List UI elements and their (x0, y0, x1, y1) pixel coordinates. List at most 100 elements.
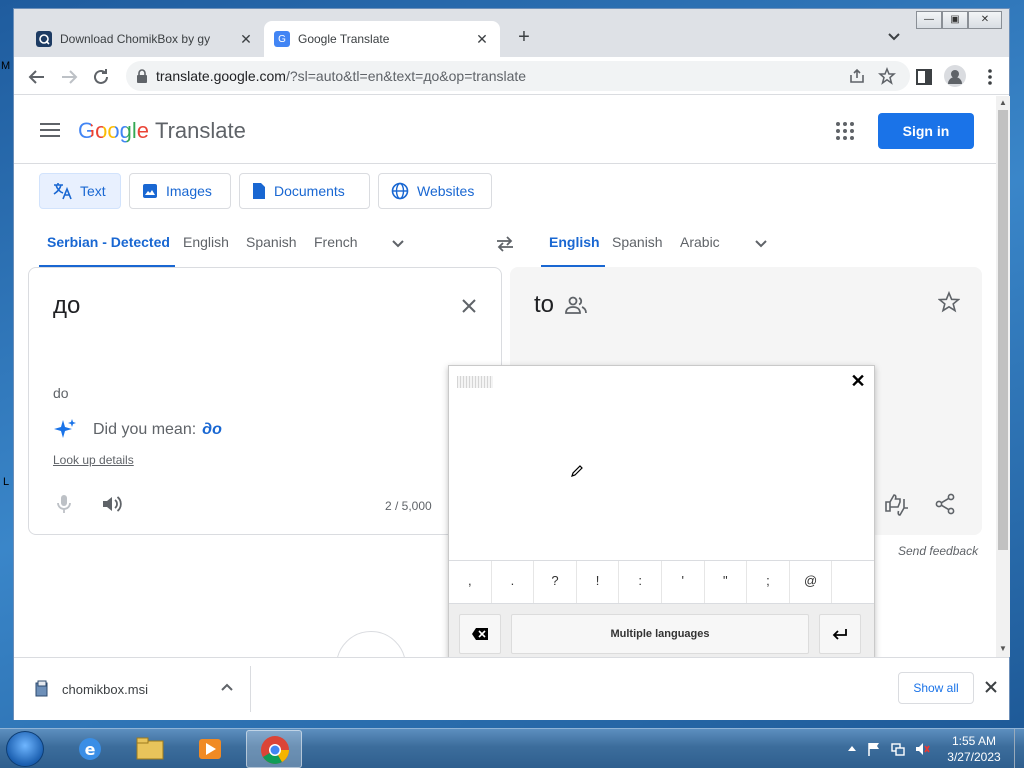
swap-languages-icon[interactable] (494, 233, 516, 255)
did-you-mean-suggestion[interactable]: до (202, 421, 222, 439)
action-center-flag-icon[interactable] (866, 741, 882, 757)
download-filename: chomikbox.msi (62, 681, 148, 697)
tray-expand-icon[interactable] (844, 741, 860, 757)
desktop-text-fragment: L (3, 476, 10, 488)
pencil-cursor-icon (571, 465, 583, 477)
source-lang-detected[interactable]: Serbian - Detected (47, 234, 170, 250)
tab-close-icon[interactable]: ✕ (474, 31, 490, 47)
google-translate-logo[interactable]: Google Translate (78, 118, 246, 144)
enter-icon[interactable] (819, 614, 861, 654)
character-counter: 2 / 5,000 (385, 499, 432, 513)
drag-handle[interactable] (457, 376, 493, 388)
microphone-icon[interactable] (55, 494, 73, 514)
source-language-bar: Serbian - Detected English Spanish Frenc… (14, 226, 494, 268)
media-player-icon[interactable] (182, 730, 238, 768)
chevron-down-icon[interactable] (884, 27, 904, 47)
close-icon[interactable]: ✕ (849, 372, 867, 390)
google-translate-icon: G (274, 31, 290, 47)
file-explorer-icon[interactable] (122, 730, 178, 768)
system-clock[interactable]: 1:55 AM 3/27/2023 (944, 733, 1004, 765)
address-bar[interactable]: translate.google.com/?sl=auto&tl=en&text… (126, 61, 910, 91)
maximize-icon[interactable]: ▣ (942, 11, 968, 29)
chrome-taskbar-icon[interactable] (246, 730, 302, 768)
side-panel-icon[interactable] (914, 67, 934, 87)
target-language-bar: English Spanish Arabic (514, 226, 994, 268)
chevron-down-icon[interactable] (390, 236, 406, 252)
backspace-icon[interactable] (459, 614, 501, 654)
did-you-mean-label: Did you mean: (93, 421, 197, 438)
forward-icon[interactable] (58, 66, 80, 88)
scroll-down-icon[interactable]: ▼ (998, 644, 1008, 654)
show-desktop-button[interactable] (1014, 729, 1024, 768)
close-icon[interactable] (984, 680, 998, 694)
key-question[interactable]: ? (534, 561, 577, 603)
svg-text:e: e (85, 740, 96, 759)
key-apostrophe[interactable]: ' (662, 561, 705, 603)
tab-close-icon[interactable]: ✕ (238, 31, 254, 47)
tab-chomikbox[interactable]: Download ChomikBox by gy ✕ (26, 21, 264, 57)
speaker-icon[interactable] (101, 494, 123, 514)
tab-title: Download ChomikBox by gy (60, 32, 211, 46)
volume-muted-icon[interactable] (914, 741, 930, 757)
target-lang-english[interactable]: English (549, 234, 600, 250)
start-button[interactable] (6, 731, 44, 767)
source-text-input[interactable]: до (53, 292, 80, 320)
apps-grid-icon[interactable] (836, 122, 854, 140)
source-lang-spanish[interactable]: Spanish (246, 234, 297, 250)
bookmark-star-icon[interactable] (878, 67, 896, 85)
save-translation-star-icon[interactable] (938, 291, 960, 313)
source-lang-english[interactable]: English (183, 234, 229, 250)
download-item[interactable]: chomikbox.msi (34, 676, 148, 702)
desktop-text-fragment: M (1, 60, 11, 72)
key-blank[interactable] (832, 561, 874, 603)
mode-text-button[interactable]: Text (39, 173, 121, 209)
chevron-down-icon[interactable] (753, 236, 769, 252)
target-lang-arabic[interactable]: Arabic (680, 234, 720, 250)
tab-google-translate[interactable]: G Google Translate ✕ (264, 21, 500, 57)
language-select-button[interactable]: Multiple languages (511, 614, 809, 654)
minimize-icon[interactable]: — (916, 11, 942, 29)
key-quote[interactable]: " (705, 561, 748, 603)
hamburger-menu-icon[interactable] (40, 123, 60, 137)
reload-icon[interactable] (90, 66, 112, 88)
new-tab-icon[interactable]: + (512, 25, 536, 49)
page-scrollbar[interactable]: ▲ ▼ (996, 96, 1010, 657)
share-page-icon[interactable] (848, 67, 866, 85)
profile-avatar[interactable] (944, 65, 966, 87)
source-lang-french[interactable]: French (314, 234, 358, 250)
chevron-up-icon[interactable] (220, 680, 234, 694)
key-colon[interactable]: : (619, 561, 662, 603)
mode-websites-button[interactable]: Websites (378, 173, 492, 209)
sparkle-icon (54, 419, 76, 438)
key-exclamation[interactable]: ! (577, 561, 620, 603)
show-all-button[interactable]: Show all (898, 672, 974, 704)
installer-file-icon (35, 680, 48, 697)
scroll-up-icon[interactable]: ▲ (998, 98, 1008, 108)
sign-in-button[interactable]: Sign in (878, 113, 974, 149)
send-feedback-link[interactable]: Send feedback (898, 544, 978, 558)
divider (250, 666, 251, 712)
menu-kebab-icon[interactable] (980, 67, 1000, 87)
look-up-details-link[interactable]: Look up details (53, 453, 134, 467)
rate-translation-icon[interactable] (884, 493, 910, 517)
key-comma[interactable]: , (449, 561, 492, 603)
target-lang-spanish[interactable]: Spanish (612, 234, 663, 250)
share-icon[interactable] (934, 493, 956, 515)
mode-documents-button[interactable]: Documents (239, 173, 370, 209)
history-button[interactable] (336, 631, 406, 657)
key-at[interactable]: @ (790, 561, 833, 603)
lock-icon (137, 69, 147, 83)
back-icon[interactable] (26, 66, 48, 88)
scroll-thumb[interactable] (998, 110, 1008, 550)
clear-source-icon[interactable] (459, 296, 479, 316)
mode-images-button[interactable]: Images (129, 173, 231, 209)
key-semicolon[interactable]: ; (747, 561, 790, 603)
tab-strip: Download ChomikBox by gy ✕ G Google Tran… (14, 9, 1009, 57)
close-window-icon[interactable]: ✕ (968, 11, 1002, 29)
community-verified-icon[interactable] (564, 296, 588, 314)
internet-explorer-icon[interactable]: e (62, 730, 118, 768)
clock-date: 3/27/2023 (947, 750, 1001, 764)
key-period[interactable]: . (492, 561, 535, 603)
taskbar: e 1:55 AM 3/27/2023 (0, 728, 1024, 768)
network-icon[interactable] (890, 741, 906, 757)
